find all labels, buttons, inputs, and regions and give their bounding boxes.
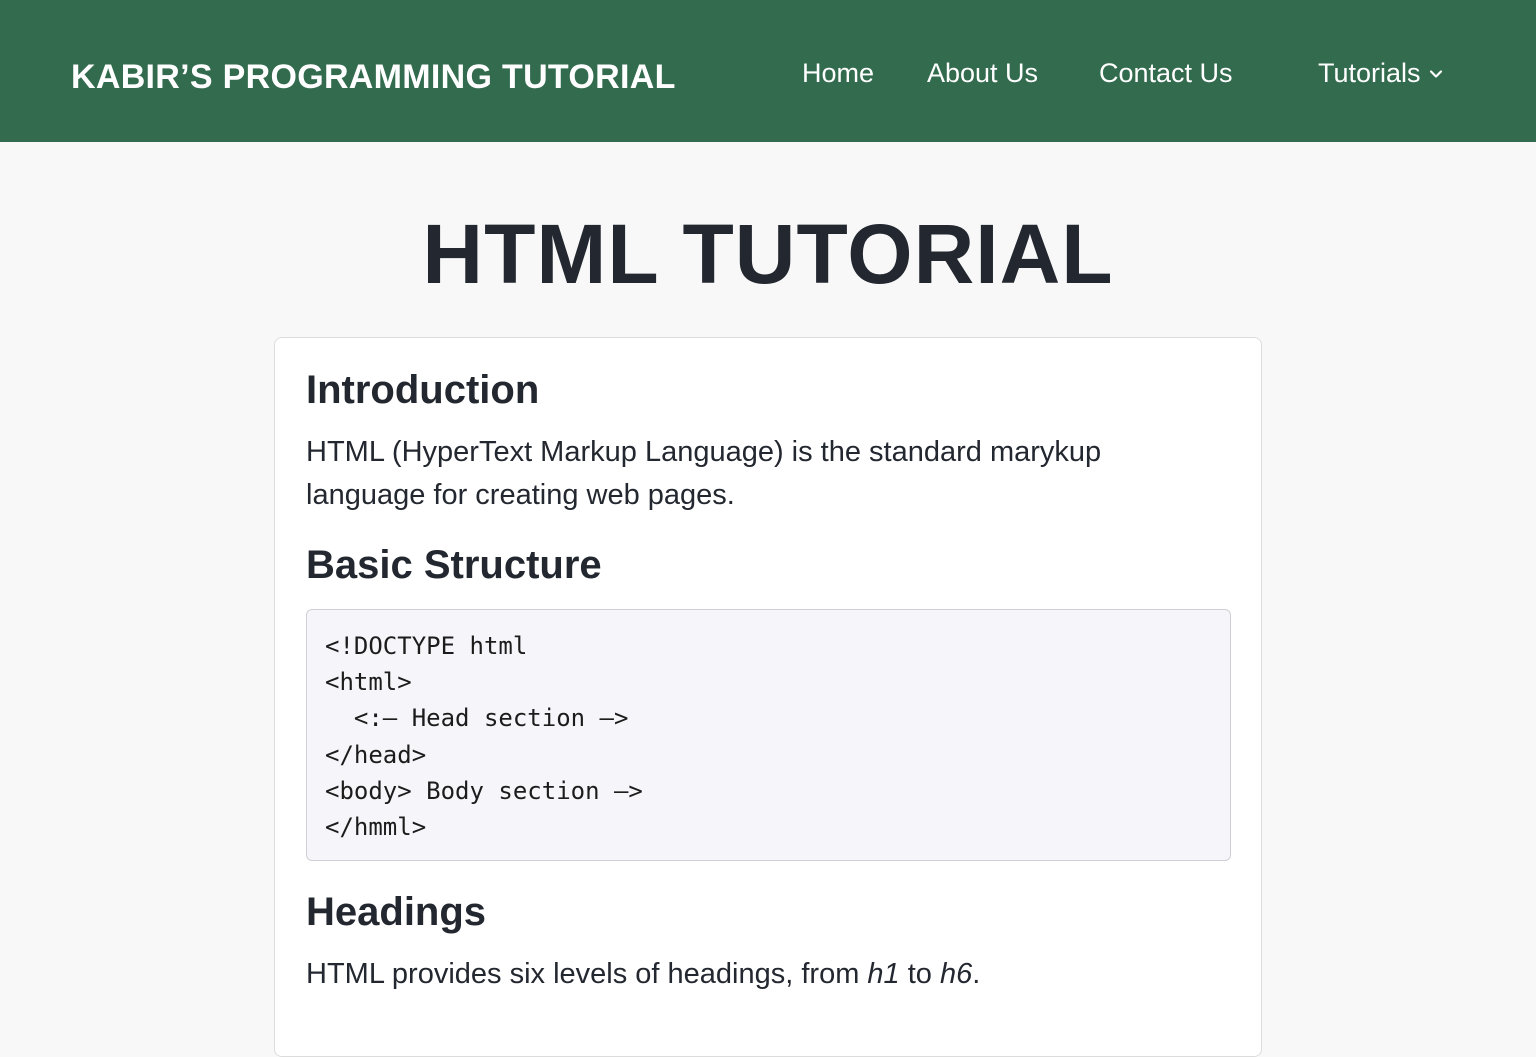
code-line: <:– Head section –> — [325, 704, 629, 733]
h6-term: h6 — [940, 958, 973, 990]
headings-text-end: . — [972, 958, 981, 990]
chevron-down-icon — [1429, 69, 1442, 78]
basic-structure-heading: Basic Structure — [306, 543, 602, 587]
top-navbar: KABIR’S PROGRAMMING TUTORIAL Home About … — [0, 0, 1536, 142]
headings-text: HTML provides six levels of headings, fr… — [306, 953, 1206, 996]
nav-dropdown-tutorials-label: Tutorials — [1318, 58, 1421, 88]
nav-link-about-us[interactable]: About Us — [927, 58, 1038, 89]
code-line: <!DOCTYPE html — [325, 632, 528, 660]
headings-text-middle: to — [899, 958, 940, 990]
code-line: </hmml> — [325, 813, 427, 842]
tutorial-card: Introduction HTML (HyperText Markup Lang… — [274, 337, 1262, 1057]
headings-heading: Headings — [306, 890, 487, 934]
nav-link-contact-us[interactable]: Contact Us — [1099, 58, 1233, 89]
code-line: <html> — [325, 668, 412, 697]
code-line: </head> — [325, 740, 427, 769]
page-title: HTML TUTORIAL — [422, 207, 1114, 301]
introduction-text: HTML (HyperText Markup Language) is the … — [306, 436, 1102, 511]
code-block[interactable]: <!DOCTYPE html <html> <:– Head section –… — [306, 609, 1231, 861]
nav-links: Home About Us Contact Us Tutorials — [0, 58, 1536, 98]
nav-link-home[interactable]: Home — [802, 58, 874, 89]
code-line: <body> Body section –> — [325, 776, 643, 805]
headings-text-start: HTML provides six levels of headings, fr… — [306, 958, 868, 990]
introduction-heading: Introduction — [306, 368, 540, 412]
h1-term: h1 — [867, 958, 900, 990]
nav-dropdown-tutorials[interactable]: Tutorials — [1318, 58, 1443, 89]
